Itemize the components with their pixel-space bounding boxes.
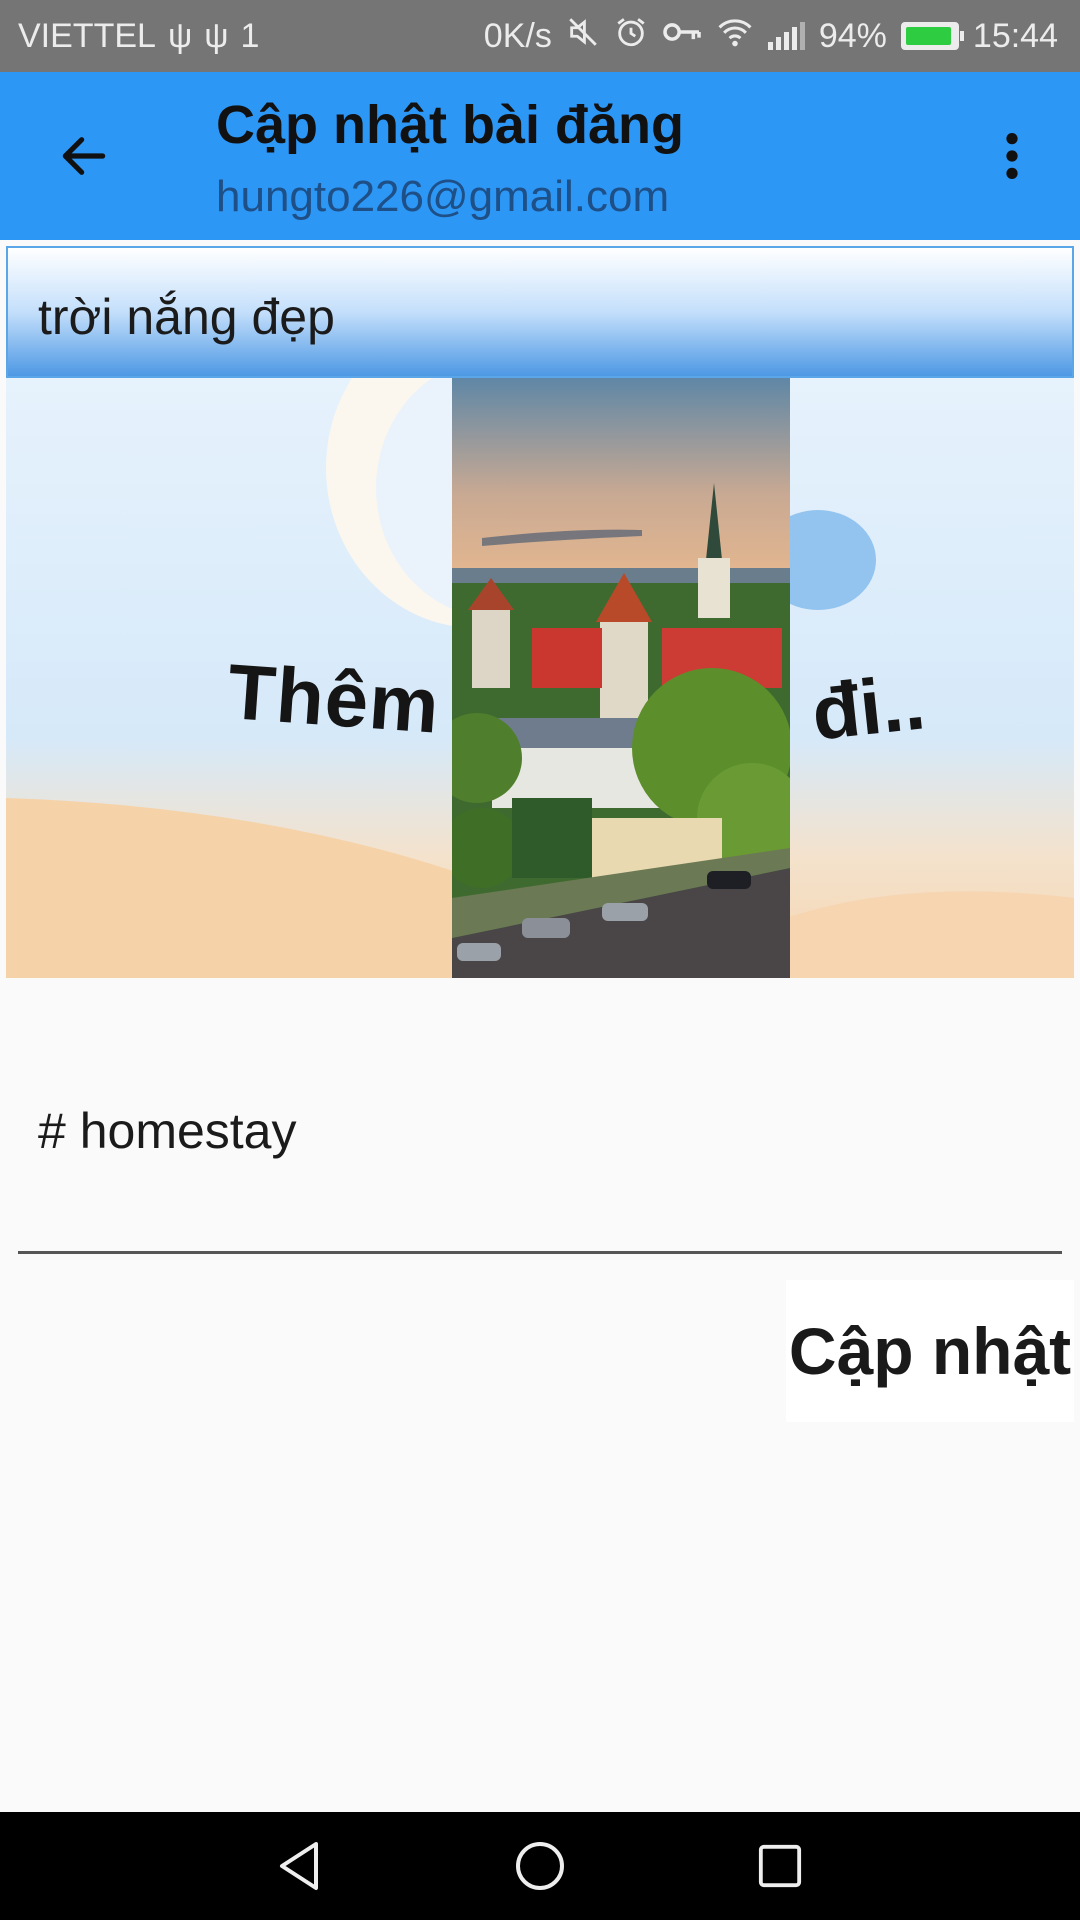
recents-square-icon — [758, 1844, 802, 1888]
add-image-placeholder-tail: đi.. — [807, 657, 929, 757]
nav-recents-button[interactable] — [740, 1834, 820, 1898]
battery-percent: 94% — [818, 16, 887, 55]
mute-icon — [566, 15, 600, 58]
post-title-field[interactable]: trời nắng đẹp — [6, 246, 1074, 378]
nav-home-button[interactable] — [500, 1834, 580, 1898]
hashtag-field[interactable]: # homestay — [18, 1080, 1062, 1254]
post-photo — [452, 378, 790, 978]
app-bar: Cập nhật bài đăng hungto226@gmail.com — [0, 72, 1080, 240]
update-button[interactable]: Cập nhật — [786, 1280, 1074, 1422]
alarm-icon — [614, 15, 648, 58]
back-arrow-icon — [62, 137, 106, 175]
hashtag-value: # homestay — [38, 1103, 297, 1159]
data-icon: 1 — [240, 17, 260, 55]
usb-icon: ψ — [204, 17, 229, 55]
back-button[interactable] — [44, 116, 124, 196]
vpn-key-icon — [662, 15, 702, 58]
image-picker[interactable]: Thêm ả đi.. — [6, 378, 1074, 978]
carrier-label: VIETTEL — [18, 16, 156, 55]
home-circle-icon — [516, 1842, 564, 1890]
battery-icon — [900, 22, 964, 50]
status-bar: VIETTEL ψ ψ 1 0K/s 94% 15:44 — [0, 0, 1080, 72]
page-title: Cập nhật bài đăng — [216, 95, 685, 155]
nav-back-button[interactable] — [260, 1834, 340, 1898]
clock: 15:44 — [972, 16, 1058, 55]
net-speed: 0K/s — [483, 16, 552, 55]
account-email: hungto226@gmail.com — [216, 172, 670, 221]
usb-icon: ψ — [167, 17, 193, 55]
overflow-menu-button[interactable] — [972, 116, 1052, 196]
wifi-icon — [716, 15, 754, 58]
system-nav-bar — [0, 1812, 1080, 1920]
overflow-menu-icon — [1006, 133, 1018, 179]
signal-icon — [767, 22, 805, 50]
back-triangle-icon — [280, 1842, 318, 1890]
post-title-value: trời nắng đẹp — [38, 289, 335, 345]
